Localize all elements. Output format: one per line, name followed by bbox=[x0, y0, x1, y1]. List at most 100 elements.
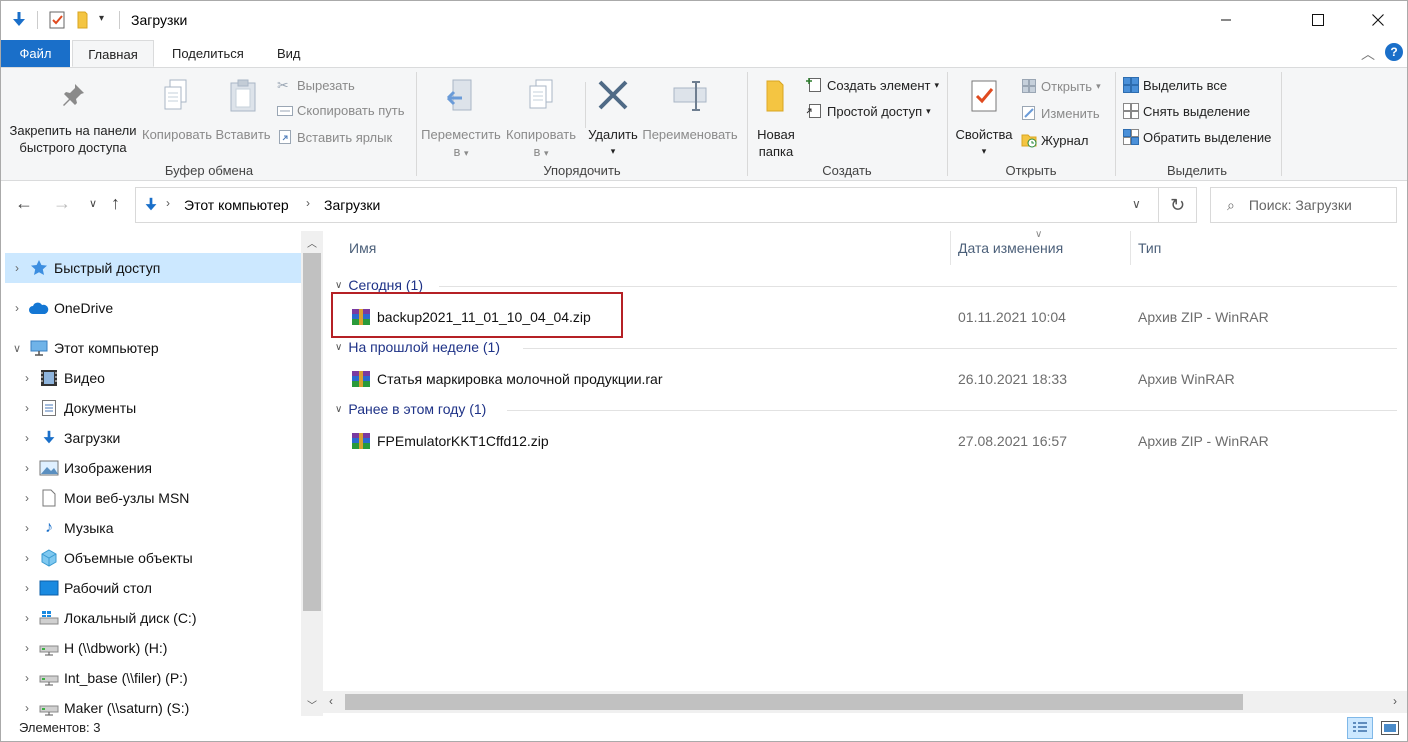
tree-item-music[interactable]: › ♪ Музыка bbox=[15, 513, 311, 543]
delete-button[interactable]: Удалить ▾ bbox=[587, 78, 639, 160]
maximize-button[interactable] bbox=[1295, 1, 1341, 39]
tree-item-desktop[interactable]: › Рабочий стол bbox=[15, 573, 311, 603]
group-header-earlier-this-year[interactable]: ∨ Ранее в этом году (1) bbox=[335, 401, 486, 417]
chevron-right-icon[interactable]: › bbox=[15, 521, 39, 535]
breadcrumb-downloads[interactable]: Загрузки bbox=[324, 197, 380, 213]
select-none-button[interactable]: Снять выделение bbox=[1123, 103, 1250, 119]
chevron-right-icon[interactable]: › bbox=[15, 401, 39, 415]
easy-access-button[interactable]: Простой доступ ▾ bbox=[805, 103, 931, 119]
file-type: Архив WinRAR bbox=[1138, 371, 1235, 387]
properties-button[interactable]: Свойства ▾ bbox=[953, 78, 1015, 160]
rename-button[interactable]: Переименовать bbox=[641, 78, 739, 143]
tree-item-pictures[interactable]: › Изображения bbox=[15, 453, 311, 483]
cut-button[interactable]: ✂ Вырезать bbox=[277, 77, 355, 94]
chevron-right-icon[interactable]: › bbox=[15, 611, 39, 625]
group-header-today[interactable]: ∨ Сегодня (1) bbox=[335, 277, 423, 293]
breadcrumb-separator-icon[interactable]: › bbox=[166, 196, 170, 210]
tree-item-network-drive-p[interactable]: › Int_base (\\filer) (P:) bbox=[15, 663, 311, 693]
breadcrumb-separator-icon[interactable]: › bbox=[306, 196, 310, 210]
invert-selection-button[interactable]: Обратить выделение bbox=[1123, 129, 1271, 145]
tab-view[interactable]: Вид bbox=[263, 40, 315, 67]
tab-home[interactable]: Главная bbox=[72, 40, 154, 67]
tab-share[interactable]: Поделиться bbox=[158, 40, 258, 67]
chevron-right-icon[interactable]: › bbox=[5, 301, 29, 315]
file-list-horizontal-scrollbar[interactable]: ‹ › bbox=[323, 691, 1407, 713]
paste-button[interactable]: Вставить bbox=[215, 78, 271, 143]
copy-path-button[interactable]: Скопировать путь bbox=[277, 103, 405, 118]
back-arrow-icon[interactable]: ← bbox=[15, 193, 33, 214]
new-folder-quick-icon[interactable] bbox=[73, 10, 93, 30]
scroll-down-icon[interactable]: ﹀ bbox=[307, 697, 317, 712]
copy-button[interactable]: Копировать bbox=[141, 78, 213, 143]
forward-arrow-icon[interactable]: → bbox=[53, 193, 71, 214]
chevron-right-icon[interactable]: › bbox=[15, 431, 39, 445]
chevron-right-icon[interactable]: › bbox=[15, 581, 39, 595]
pin-quick-access-button[interactable]: Закрепить на панели быстрого доступа bbox=[7, 80, 139, 156]
tree-item-documents[interactable]: › Документы bbox=[15, 393, 311, 423]
column-header-date[interactable]: Дата изменения bbox=[958, 240, 1063, 256]
scroll-left-icon[interactable]: ‹ bbox=[329, 694, 333, 708]
tree-item-quick-access[interactable]: › Быстрый доступ bbox=[5, 253, 301, 283]
scroll-right-icon[interactable]: › bbox=[1393, 694, 1397, 708]
column-separator[interactable] bbox=[950, 231, 951, 265]
properties-icon bbox=[971, 80, 997, 112]
edit-button[interactable]: Изменить bbox=[1021, 105, 1100, 121]
chevron-right-icon[interactable]: › bbox=[15, 371, 39, 385]
move-to-button[interactable]: Переместить в ▾ bbox=[421, 78, 501, 162]
column-header-type[interactable]: Тип bbox=[1138, 240, 1161, 256]
breadcrumb-this-pc[interactable]: Этот компьютер bbox=[184, 197, 289, 213]
new-folder-button[interactable]: Новая папка bbox=[751, 78, 801, 160]
group-header-last-week[interactable]: ∨ На прошлой неделе (1) bbox=[335, 339, 500, 355]
nav-pane-scroll-thumb[interactable] bbox=[303, 253, 321, 611]
chevron-right-icon[interactable]: › bbox=[15, 701, 39, 715]
open-button[interactable]: Открыть ▾ bbox=[1021, 78, 1101, 94]
tree-item-3d-objects[interactable]: › Объемные объекты bbox=[15, 543, 311, 573]
tree-item-local-disk-c[interactable]: › Локальный диск (C:) bbox=[15, 603, 311, 633]
horizontal-scroll-thumb[interactable] bbox=[345, 694, 1243, 710]
easy-access-label: Простой доступ bbox=[827, 103, 923, 119]
refresh-button[interactable]: ↻ bbox=[1159, 187, 1197, 223]
copy-to-button[interactable]: Копировать в ▾ bbox=[503, 78, 579, 162]
file-row-name[interactable]: FPEmulatorKKT1Cffd12.zip bbox=[351, 432, 549, 450]
search-box[interactable]: ⌕ Поиск: Загрузки bbox=[1210, 187, 1397, 223]
chevron-right-icon[interactable]: › bbox=[5, 261, 29, 275]
details-view-button[interactable] bbox=[1347, 717, 1373, 739]
large-icons-view-button[interactable] bbox=[1377, 717, 1403, 739]
tree-item-downloads[interactable]: › Загрузки bbox=[15, 423, 311, 453]
history-button[interactable]: Журнал bbox=[1021, 132, 1088, 148]
column-header-name[interactable]: Имя bbox=[349, 240, 376, 256]
tree-item-onedrive[interactable]: › OneDrive bbox=[5, 293, 301, 323]
scroll-up-icon[interactable]: ︿ bbox=[307, 235, 317, 250]
file-row-name[interactable]: Статья маркировка молочной продукции.rar bbox=[351, 370, 663, 388]
select-all-button[interactable]: Выделить все bbox=[1123, 77, 1227, 93]
chevron-right-icon[interactable]: › bbox=[15, 551, 39, 565]
nav-pane-scrollbar[interactable]: ︿ ﹀ bbox=[301, 231, 323, 716]
help-icon[interactable]: ? bbox=[1385, 43, 1403, 61]
tree-item-network-drive-h[interactable]: › H (\\dbwork) (H:) bbox=[15, 633, 311, 663]
clipboard-group-label: Буфер обмена bbox=[164, 163, 254, 178]
address-bar[interactable]: › Этот компьютер › Загрузки ∨ bbox=[135, 187, 1159, 223]
chevron-right-icon[interactable]: › bbox=[15, 491, 39, 505]
tree-item-this-pc[interactable]: ∨ Этот компьютер bbox=[5, 333, 301, 363]
chevron-right-icon[interactable]: › bbox=[15, 641, 39, 655]
downloads-folder-icon[interactable] bbox=[9, 10, 29, 30]
file-row-name[interactable]: backup2021_11_01_10_04_04.zip bbox=[351, 308, 591, 326]
tree-item-msn-sites[interactable]: › Мои веб-узлы MSN bbox=[15, 483, 311, 513]
tree-item-network-drive-s[interactable]: › Maker (\\saturn) (S:) bbox=[15, 693, 311, 716]
tab-file[interactable]: Файл bbox=[1, 40, 70, 67]
address-history-dropdown-icon[interactable]: ∨ bbox=[1132, 197, 1141, 211]
chevron-right-icon[interactable]: › bbox=[15, 671, 39, 685]
up-arrow-icon[interactable]: ↑ bbox=[111, 193, 120, 214]
chevron-right-icon[interactable]: › bbox=[15, 461, 39, 475]
qat-dropdown-icon[interactable]: ▾ bbox=[99, 13, 104, 24]
close-button[interactable] bbox=[1355, 1, 1401, 39]
paste-shortcut-button[interactable]: Вставить ярлык bbox=[277, 129, 392, 145]
recent-locations-icon[interactable]: ∨ bbox=[89, 197, 97, 210]
new-item-button[interactable]: Создать элемент ▾ bbox=[805, 77, 939, 93]
column-separator[interactable] bbox=[1130, 231, 1131, 265]
tree-item-videos[interactable]: › Видео bbox=[15, 363, 311, 393]
minimize-button[interactable] bbox=[1203, 1, 1249, 39]
properties-quick-icon[interactable] bbox=[47, 10, 67, 30]
collapse-ribbon-icon[interactable]: ︿ bbox=[1361, 44, 1375, 64]
chevron-down-icon[interactable]: ∨ bbox=[5, 342, 29, 355]
